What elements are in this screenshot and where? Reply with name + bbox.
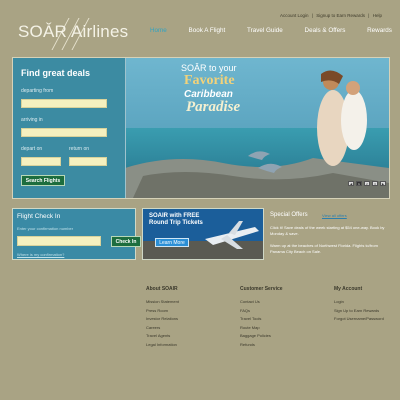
view-all-offers-link[interactable]: View all offers xyxy=(322,213,347,218)
deal-search-title: Find great deals xyxy=(21,68,91,78)
slide-dot-1[interactable]: 1 xyxy=(356,181,362,186)
promo-line-1: SOǍR to your xyxy=(181,63,237,73)
separator: | xyxy=(311,13,313,18)
footer-service-title: Customer Service xyxy=(240,286,283,292)
footer-link[interactable]: Travel Tools xyxy=(240,316,283,321)
learn-more-button[interactable]: Learn More xyxy=(155,238,189,247)
footer-link[interactable]: Refunds xyxy=(240,342,283,347)
top-links: Account Login | Signup to Earn Rewards |… xyxy=(280,13,384,18)
footer-link[interactable]: Investor Relations xyxy=(146,316,179,321)
nav-home[interactable]: Home xyxy=(150,27,167,39)
footer-link[interactable]: Baggage Policies xyxy=(240,333,283,338)
footer-link[interactable]: Mission Statement xyxy=(146,299,179,304)
departing-label: departing from xyxy=(21,88,54,94)
footer-link[interactable]: Careers xyxy=(146,325,179,330)
next-slide-icon[interactable]: ▶ xyxy=(380,181,386,186)
footer-link[interactable]: Press Room xyxy=(146,308,179,313)
main-nav: Home Book A Flight Travel Guide Deals & … xyxy=(150,27,392,39)
departing-input[interactable] xyxy=(21,99,107,108)
depart-date-input[interactable] xyxy=(21,157,61,166)
footer-account-title: My Account xyxy=(334,286,363,292)
logo-text: SOǍR Airlines xyxy=(18,22,129,41)
footer-link[interactable]: Login xyxy=(334,299,384,304)
confirmation-help-link[interactable]: Where is my confirmation? xyxy=(17,252,64,257)
arriving-input[interactable] xyxy=(21,128,107,137)
special-offers: Special Offers View all offers Click it!… xyxy=(270,208,388,258)
arriving-label: arriving in xyxy=(21,117,43,123)
nav-book-a-flight[interactable]: Book A Flight xyxy=(189,27,226,39)
nav-travel-guide[interactable]: Travel Guide xyxy=(247,27,283,39)
deal-search-panel: Find great deals departing from arriving… xyxy=(13,58,126,198)
ad-line-1: SOAIR with FREE xyxy=(149,213,200,219)
promo-line-4: Paradise xyxy=(186,99,241,115)
search-flights-button[interactable]: Search Flights xyxy=(21,175,65,186)
footer-link[interactable]: Forgot Username/Password xyxy=(334,316,384,321)
depart-on-label: depart on xyxy=(21,146,43,152)
checkin-hint: Enter your confirmation number xyxy=(17,226,74,231)
nav-deals-offers[interactable]: Deals & Offers xyxy=(305,27,346,39)
checkin-title: Flight Check In xyxy=(17,213,61,220)
ad-line-2: Round Trip Tickets xyxy=(149,220,203,226)
signup-link[interactable]: Signup to Earn Rewards xyxy=(316,13,365,18)
footer-link[interactable]: Contact Us xyxy=(240,299,283,304)
promo-line-2: Favorite xyxy=(184,73,235,88)
footer-link[interactable]: FAQs xyxy=(240,308,283,313)
help-link[interactable]: Help xyxy=(373,13,382,18)
check-in-button[interactable]: Check In xyxy=(111,236,141,247)
special-offers-title: Special Offers xyxy=(270,212,308,218)
footer-about-title: About SOAIR xyxy=(146,286,178,292)
separator: | xyxy=(368,13,370,18)
slide-dot-3[interactable]: 3 xyxy=(372,181,378,186)
slide-dot-2[interactable]: 2 xyxy=(364,181,370,186)
offer-text-2[interactable]: Warm up at the beaches of Northwest Flor… xyxy=(270,243,386,254)
return-on-label: return on xyxy=(69,146,90,152)
footer-about: About SOAIR Mission Statement Press Room… xyxy=(146,286,179,351)
footer-link[interactable]: Sign Up to Earn Rewards xyxy=(334,308,384,313)
footer-link[interactable]: Travel Agents xyxy=(146,333,179,338)
footer-link[interactable]: Legal Information xyxy=(146,342,179,347)
footer-account: My Account Login Sign Up to Earn Rewards… xyxy=(334,286,384,325)
free-tickets-ad[interactable]: SOAIR with FREE Round Trip Tickets Learn… xyxy=(142,208,264,260)
footer-service: Customer Service Contact Us FAQs Travel … xyxy=(240,286,283,351)
nav-rewards[interactable]: Rewards xyxy=(367,27,392,39)
return-date-input[interactable] xyxy=(69,157,107,166)
prev-slide-icon[interactable]: ◀ xyxy=(348,181,354,186)
slide-pager: ◀ 1 2 3 ▶ xyxy=(348,181,386,186)
footer-link[interactable]: Route Map xyxy=(240,325,283,330)
logo[interactable]: SOǍR Airlines xyxy=(14,18,132,50)
flight-checkin-panel: Flight Check In Enter your confirmation … xyxy=(12,208,141,260)
hero-banner: Find great deals departing from arriving… xyxy=(12,57,390,199)
confirmation-input[interactable] xyxy=(17,236,101,246)
offer-text-1[interactable]: Click it! Save deals of the week startin… xyxy=(270,225,386,236)
account-login-link[interactable]: Account Login xyxy=(280,13,309,18)
